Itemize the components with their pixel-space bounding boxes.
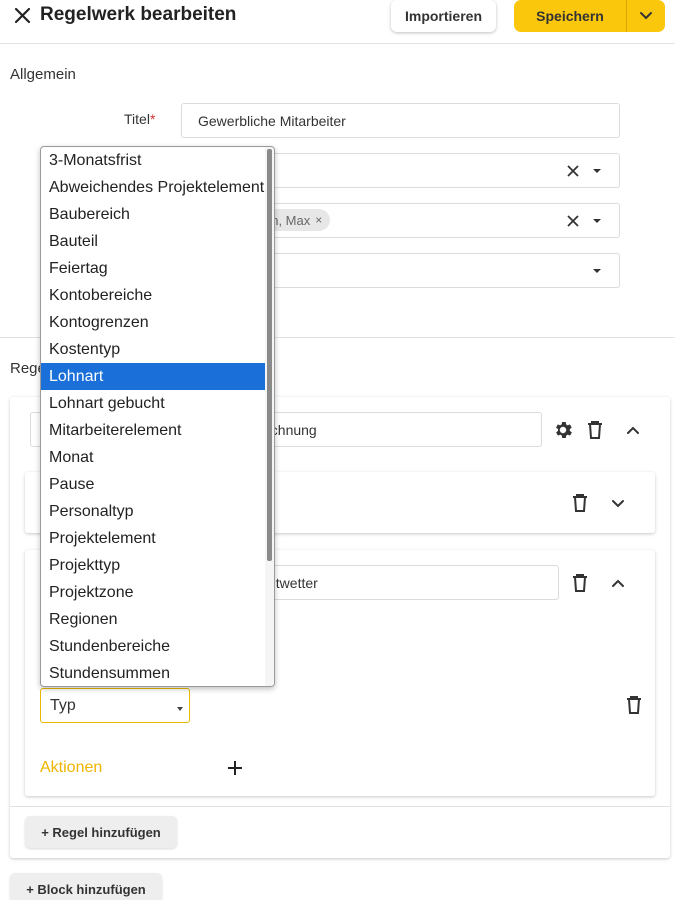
dropdown-caret-icon[interactable] xyxy=(589,211,605,231)
dropdown-option[interactable]: Stundenbereiche xyxy=(41,633,267,660)
dropdown-option[interactable]: Kontogrenzen xyxy=(41,309,267,336)
dropdown-option[interactable]: Stundensummen xyxy=(41,660,267,686)
type-dropdown-list: 3-Monatsfrist Abweichendes Projektelement… xyxy=(40,146,275,687)
clear-icon[interactable] xyxy=(563,211,583,231)
chevron-down-icon[interactable] xyxy=(607,494,629,514)
dropdown-caret-icon[interactable] xyxy=(589,161,605,181)
import-button[interactable]: Importieren xyxy=(391,0,496,32)
dropdown-option[interactable]: Feiertag xyxy=(41,255,267,282)
page-title: Regelwerk bearbeiten xyxy=(40,4,237,25)
select-caret-icon xyxy=(177,706,183,711)
dropdown-option[interactable]: Lohnart gebucht xyxy=(41,390,267,417)
chevron-up-icon[interactable] xyxy=(622,420,644,440)
dropdown-option[interactable]: Projekttyp xyxy=(41,552,267,579)
add-rule-button[interactable]: + Regel hinzufügen xyxy=(25,816,177,848)
dropdown-option[interactable]: Projektelement xyxy=(41,525,267,552)
save-button[interactable]: Speichern xyxy=(514,8,626,24)
title-input[interactable]: Gewerbliche Mitarbeiter xyxy=(181,103,620,138)
type-select-value: Typ xyxy=(50,696,76,714)
block-footer-divider xyxy=(10,806,670,807)
trash-icon[interactable] xyxy=(569,572,591,594)
dropdown-option[interactable]: Lohnart xyxy=(41,363,267,390)
close-icon[interactable] xyxy=(12,5,34,27)
clear-icon[interactable] xyxy=(563,161,583,181)
dropdown-option[interactable]: Projektzone xyxy=(41,579,267,606)
trash-icon[interactable] xyxy=(623,694,645,716)
dropdown-scrollbar-thumb[interactable] xyxy=(267,149,272,561)
dropdown-option[interactable]: Pause xyxy=(41,471,267,498)
dropdown-caret-icon[interactable] xyxy=(589,261,605,281)
section-general-title: Allgemein xyxy=(10,66,76,83)
chip-remove-icon[interactable]: × xyxy=(315,213,322,227)
required-mark: * xyxy=(149,111,156,127)
dropdown-option[interactable]: Baubereich xyxy=(41,201,267,228)
trash-icon[interactable] xyxy=(569,492,591,514)
dropdown-option[interactable]: Abweichendes Projektelement xyxy=(41,174,267,201)
dropdown-option[interactable]: 3-Monatsfrist xyxy=(41,147,267,174)
dropdown-option[interactable]: Regionen xyxy=(41,606,267,633)
title-field-label: Titel* xyxy=(124,111,156,127)
actions-label: Aktionen xyxy=(40,759,103,776)
trash-icon[interactable] xyxy=(584,418,606,442)
add-block-button[interactable]: + Block hinzufügen xyxy=(10,873,162,900)
title-input-value: Gewerbliche Mitarbeiter xyxy=(198,112,346,129)
dropdown-option[interactable]: Kostentyp xyxy=(41,336,267,363)
dropdown-option[interactable]: Mitarbeiterelement xyxy=(41,417,267,444)
dropdown-options: 3-Monatsfrist Abweichendes Projektelement… xyxy=(41,147,274,686)
dropdown-option[interactable]: Bauteil xyxy=(41,228,267,255)
gear-icon[interactable] xyxy=(551,418,575,442)
save-options-button[interactable] xyxy=(627,0,665,32)
plus-icon[interactable] xyxy=(224,757,246,779)
condition-name-input[interactable]: chtwetter xyxy=(240,565,559,600)
dropdown-option[interactable]: Kontobereiche xyxy=(41,282,267,309)
dropdown-option[interactable]: Monat xyxy=(41,444,267,471)
type-select[interactable]: Typ xyxy=(40,688,190,723)
chevron-up-icon[interactable] xyxy=(607,573,629,593)
dropdown-option[interactable]: Personaltyp xyxy=(41,498,267,525)
save-split-button: Speichern xyxy=(514,0,665,32)
chevron-down-icon xyxy=(640,12,652,20)
header-bar: Regelwerk bearbeiten Importieren Speiche… xyxy=(0,0,675,44)
